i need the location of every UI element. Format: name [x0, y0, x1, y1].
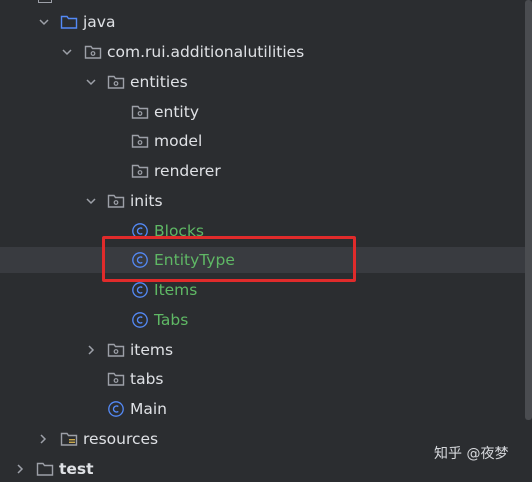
class-icon [131, 311, 149, 329]
chevron-down-icon[interactable] [85, 195, 97, 207]
tree-item-java[interactable]: java [0, 9, 532, 35]
tree-item-model[interactable]: model [0, 128, 532, 154]
project-tree: java com.rui.additionalutilities entitie… [0, 0, 532, 478]
tree-item-label: Items [154, 281, 198, 299]
tree-item-entity[interactable]: entity [0, 99, 532, 125]
tree-item-package-root[interactable]: com.rui.additionalutilities [0, 39, 532, 65]
package-icon [107, 73, 125, 91]
tree-item-label: inits [130, 192, 163, 210]
tree-item-label: entities [130, 73, 188, 91]
chevron-right-icon[interactable] [37, 433, 49, 445]
tree-item-entities[interactable]: entities [0, 69, 532, 95]
folder-icon [36, 460, 54, 478]
package-icon [107, 370, 125, 388]
watermark: 知乎 @夜梦 [434, 446, 509, 462]
chevron-right-icon[interactable] [85, 344, 97, 356]
resources-folder-icon [60, 430, 78, 448]
tree-guide-stub [38, 0, 52, 3]
chevron-down-icon[interactable] [85, 76, 97, 88]
tree-item-main[interactable]: Main [0, 396, 532, 422]
annotation-highlight-box [102, 236, 356, 282]
tree-item-label: entity [154, 103, 199, 121]
chevron-down-icon[interactable] [61, 46, 73, 58]
tree-item-renderer[interactable]: renderer [0, 158, 532, 184]
tree-item-label: Tabs [154, 311, 189, 329]
vertical-scrollbar[interactable] [525, 0, 532, 420]
package-icon [107, 192, 125, 210]
package-icon [107, 341, 125, 359]
tree-item-label: renderer [154, 162, 221, 180]
chevron-right-icon[interactable] [14, 463, 26, 475]
tree-item-label: java [83, 13, 116, 31]
folder-icon [60, 13, 78, 31]
tree-item-tabs-package[interactable]: tabs [0, 366, 532, 392]
tree-item-items-package[interactable]: items [0, 337, 532, 363]
tree-item-label: tabs [130, 370, 164, 388]
tree-item-label: com.rui.additionalutilities [107, 43, 305, 61]
package-icon [84, 43, 102, 61]
tree-item-inits[interactable]: inits [0, 188, 532, 214]
package-icon [131, 132, 149, 150]
tree-item-tabs-class[interactable]: Tabs [0, 307, 532, 333]
package-icon [131, 162, 149, 180]
tree-item-label: model [154, 132, 203, 150]
tree-item-label: test [59, 460, 94, 478]
tree-item-label: resources [83, 430, 159, 448]
class-icon [131, 281, 149, 299]
tree-item-label: Main [130, 400, 168, 418]
package-icon [131, 103, 149, 121]
chevron-down-icon[interactable] [38, 16, 50, 28]
tree-item-label: items [130, 341, 174, 359]
class-icon [107, 400, 125, 418]
